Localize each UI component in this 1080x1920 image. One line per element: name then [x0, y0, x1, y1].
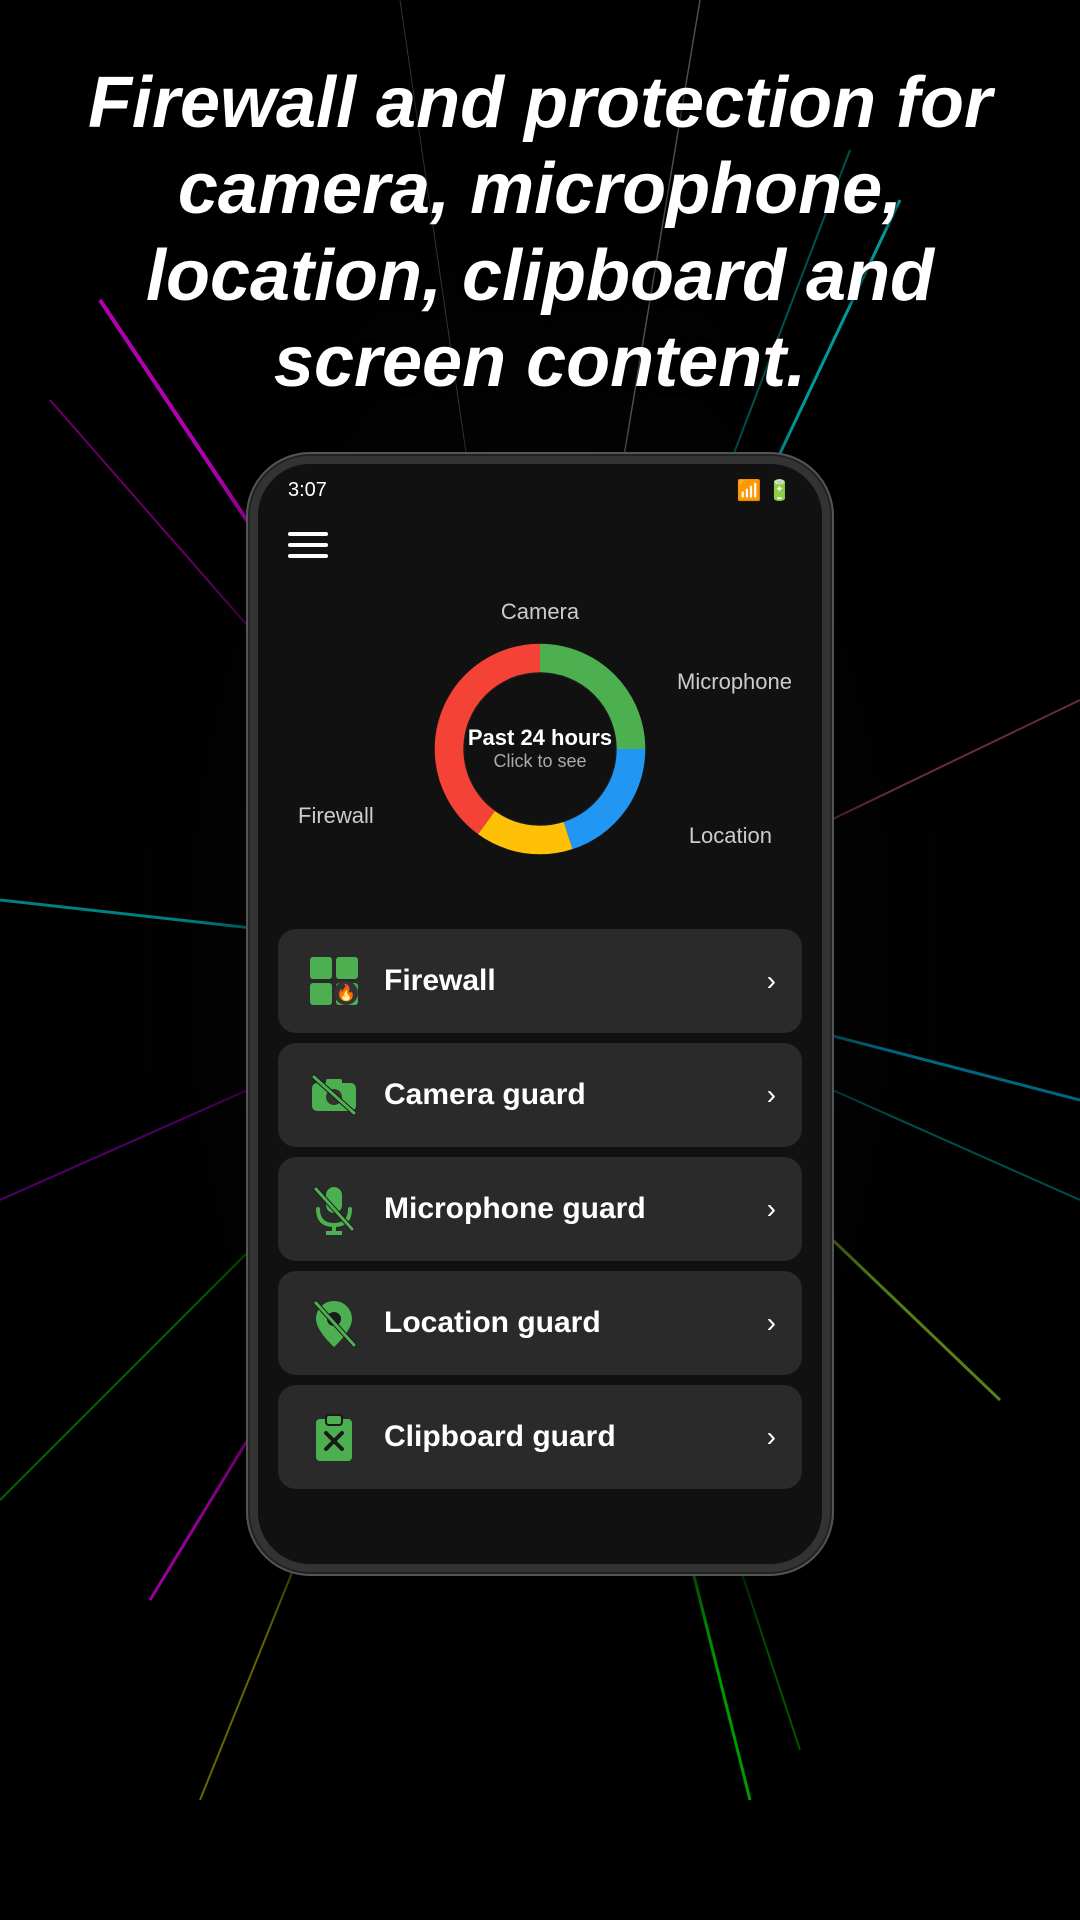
- microphone-guard-icon: [304, 1179, 364, 1239]
- donut-center: Past 24 hours Click to see: [468, 725, 612, 772]
- menu-item-clipboard[interactable]: Clipboard guard ›: [278, 1385, 802, 1489]
- status-signal: 📶 🔋: [737, 478, 792, 503]
- clipboard-arrow: ›: [767, 1421, 776, 1453]
- chart-area[interactable]: Camera Microphone Firewall Location: [258, 589, 822, 909]
- camera-label: Camera guard: [384, 1078, 747, 1112]
- hamburger-menu[interactable]: [258, 511, 822, 579]
- camera-guard-icon: [304, 1065, 364, 1125]
- hamburger-line-2: [288, 543, 328, 547]
- phone-frame: 3:07 📶 🔋 Camera Microphone Firewall Loca…: [250, 456, 830, 1572]
- menu-list: 🔥 Firewall ›: [258, 929, 822, 1509]
- menu-item-microphone[interactable]: Microphone guard ›: [278, 1157, 802, 1261]
- firewall-label: Firewall: [384, 964, 747, 998]
- hamburger-line-3: [288, 554, 328, 558]
- label-microphone: Microphone: [677, 669, 792, 695]
- menu-item-camera[interactable]: Camera guard ›: [278, 1043, 802, 1147]
- menu-item-firewall[interactable]: 🔥 Firewall ›: [278, 929, 802, 1033]
- microphone-arrow: ›: [767, 1193, 776, 1225]
- microphone-label: Microphone guard: [384, 1192, 747, 1226]
- clipboard-label: Clipboard guard: [384, 1420, 747, 1454]
- svg-text:🔥: 🔥: [336, 983, 356, 1002]
- label-firewall: Firewall: [298, 803, 374, 829]
- label-camera: Camera: [501, 599, 579, 625]
- chart-title: Past 24 hours: [468, 725, 612, 751]
- label-location: Location: [689, 823, 772, 849]
- camera-arrow: ›: [767, 1079, 776, 1111]
- location-label: Location guard: [384, 1306, 747, 1340]
- location-arrow: ›: [767, 1307, 776, 1339]
- status-time: 3:07: [288, 479, 327, 502]
- phone-screen: 3:07 📶 🔋 Camera Microphone Firewall Loca…: [258, 464, 822, 1564]
- phone-container: 3:07 📶 🔋 Camera Microphone Firewall Loca…: [0, 456, 1080, 1572]
- location-guard-icon: [304, 1293, 364, 1353]
- clipboard-guard-icon: [304, 1407, 364, 1467]
- menu-item-location[interactable]: Location guard ›: [278, 1271, 802, 1375]
- firewall-arrow: ›: [767, 965, 776, 997]
- chart-subtitle: Click to see: [493, 751, 586, 772]
- status-bar: 3:07 📶 🔋: [258, 464, 822, 511]
- hamburger-line-1: [288, 532, 328, 536]
- firewall-icon: 🔥: [304, 951, 364, 1011]
- hero-text: Firewall and protection for camera, micr…: [0, 0, 1080, 436]
